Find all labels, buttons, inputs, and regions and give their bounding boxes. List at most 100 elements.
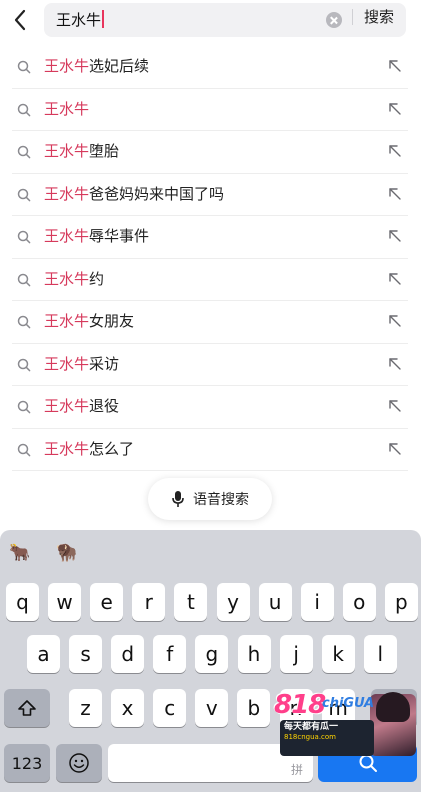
key-d[interactable]: d <box>111 635 145 673</box>
key-a[interactable]: a <box>27 635 60 673</box>
suggestion-keyword: 王水牛 <box>44 227 90 245</box>
key-x[interactable]: x <box>111 689 145 727</box>
key-g[interactable]: g <box>195 635 229 673</box>
key-p[interactable]: p <box>384 583 418 621</box>
search-icon <box>17 399 31 418</box>
key-w[interactable]: w <box>48 583 82 621</box>
key-t[interactable]: t <box>174 583 208 621</box>
fill-query-arrow-icon[interactable] <box>388 143 402 162</box>
chevron-left-icon <box>14 9 26 31</box>
fill-query-arrow-icon[interactable] <box>388 441 402 460</box>
suggestion-rest: 爸爸妈妈来中国了吗 <box>89 184 225 203</box>
suggestion-text: 王水牛堕胎 <box>44 141 119 161</box>
search-button[interactable]: 搜索 <box>364 7 394 27</box>
suggestion-keyword: 王水牛 <box>44 99 90 118</box>
suggestion-rest: 选妃后续 <box>89 57 150 75</box>
suggestion-keyword: 王水牛 <box>44 439 90 458</box>
key-r[interactable]: r <box>132 583 166 621</box>
voice-search-label: 语音搜索 <box>193 492 249 508</box>
voice-search-button[interactable]: 语音搜索 <box>148 478 272 520</box>
key-y[interactable]: y <box>216 583 250 621</box>
search-icon <box>17 442 31 461</box>
suggestion-item[interactable]: 王水牛堕胎 <box>12 131 408 174</box>
key-s[interactable]: s <box>69 635 103 673</box>
suggestion-keyword: 王水牛 <box>44 354 90 373</box>
key-b[interactable]: b <box>237 689 271 727</box>
fill-query-arrow-icon[interactable] <box>388 186 402 205</box>
search-icon <box>17 272 31 291</box>
suggestion-item[interactable]: 王水牛 <box>12 89 408 131</box>
back-button[interactable] <box>8 7 32 33</box>
ad-slogan: 每天都有瓜一 <box>284 722 339 732</box>
top-search-bar: 王水牛 搜索 <box>0 0 421 42</box>
fill-query-arrow-icon[interactable] <box>388 313 402 332</box>
suggestion-item[interactable]: 王水牛女朋友 <box>12 301 408 344</box>
suggestion-keyword: 王水牛 <box>44 142 90 160</box>
key-l[interactable]: l <box>363 635 397 673</box>
suggestion-keyword: 王水牛 <box>44 269 90 288</box>
key-f[interactable]: f <box>153 635 187 673</box>
key-e[interactable]: e <box>90 583 124 621</box>
suggestion-keyword: 王水牛 <box>44 57 90 75</box>
key-k[interactable]: k <box>321 635 355 673</box>
suggestion-item[interactable]: 王水牛退役 <box>12 386 408 429</box>
suggestion-rest: 怎么了 <box>89 439 135 458</box>
clear-icon[interactable] <box>326 12 342 28</box>
suggestion-rest: 采访 <box>89 354 120 373</box>
key-j[interactable]: j <box>279 635 313 673</box>
emoji-face-icon <box>69 753 89 773</box>
suggestion-item[interactable]: 王水牛约 <box>12 259 408 301</box>
emoji-key[interactable] <box>56 744 102 782</box>
search-icon <box>17 229 31 248</box>
ad-overlay[interactable]: 818 chiGUA 每天都有瓜一 818cngua.com <box>272 690 418 760</box>
shift-key[interactable] <box>4 689 50 727</box>
ad-logo: 818 <box>274 690 326 720</box>
suggestion-keyword: 王水牛 <box>44 312 90 330</box>
suggestion-rest: 女朋友 <box>89 312 135 330</box>
fill-query-arrow-icon[interactable] <box>388 228 402 247</box>
key-h[interactable]: h <box>237 635 271 673</box>
ox-emoji-candidate[interactable]: 🐂 <box>9 542 30 564</box>
suggestion-text: 王水牛辱华事件 <box>44 226 149 246</box>
suggestion-text: 王水牛选妃后续 <box>44 56 149 76</box>
suggestion-keyword: 王水牛 <box>44 184 90 203</box>
suggestion-text: 王水牛女朋友 <box>44 311 134 331</box>
fill-query-arrow-icon[interactable] <box>388 58 402 77</box>
bison-emoji-candidate[interactable]: 🦬 <box>56 542 77 564</box>
search-query[interactable]: 王水牛 <box>56 10 104 30</box>
suggestion-rest: 堕胎 <box>89 142 120 160</box>
key-o[interactable]: o <box>342 583 376 621</box>
suggestion-text: 王水牛怎么了 <box>44 439 134 459</box>
shift-icon <box>18 700 36 716</box>
search-icon <box>17 102 31 121</box>
pinyin-indicator: 拼 <box>290 763 303 777</box>
key-u[interactable]: u <box>258 583 292 621</box>
search-icon <box>17 314 31 333</box>
emoji-candidate-row: 🐂 🦬 <box>0 538 421 568</box>
search-icon <box>17 357 31 376</box>
fill-query-arrow-icon[interactable] <box>388 101 402 120</box>
suggestion-rest: 约 <box>89 269 105 288</box>
key-z[interactable]: z <box>69 689 102 727</box>
fill-query-arrow-icon[interactable] <box>388 271 402 290</box>
key-v[interactable]: v <box>195 689 229 727</box>
suggestion-item[interactable]: 王水牛怎么了 <box>12 429 408 471</box>
suggestion-item[interactable]: 王水牛选妃后续 <box>12 46 408 89</box>
fill-query-arrow-icon[interactable] <box>388 356 402 375</box>
key-c[interactable]: c <box>153 689 187 727</box>
numbers-key[interactable]: 123 <box>4 744 50 782</box>
ad-photo-hair <box>376 692 410 722</box>
suggestion-rest: 退役 <box>89 397 120 415</box>
suggestion-text: 王水牛 <box>44 99 89 119</box>
key-i[interactable]: i <box>300 583 334 621</box>
search-icon <box>17 59 31 78</box>
suggestion-rest: 辱华事件 <box>89 227 150 245</box>
suggestion-item[interactable]: 王水牛采访 <box>12 344 408 386</box>
divider <box>352 9 353 25</box>
ad-brand: chiGUA <box>322 696 375 711</box>
key-q[interactable]: q <box>6 583 39 621</box>
suggestion-list: 王水牛选妃后续 王水牛 王水牛堕胎 王水牛爸爸妈妈来中国了吗 王水牛辱华事件 王水牛约 王水… <box>12 46 408 471</box>
fill-query-arrow-icon[interactable] <box>388 398 402 417</box>
suggestion-item[interactable]: 王水牛辱华事件 <box>12 216 408 259</box>
suggestion-item[interactable]: 王水牛爸爸妈妈来中国了吗 <box>12 174 408 216</box>
